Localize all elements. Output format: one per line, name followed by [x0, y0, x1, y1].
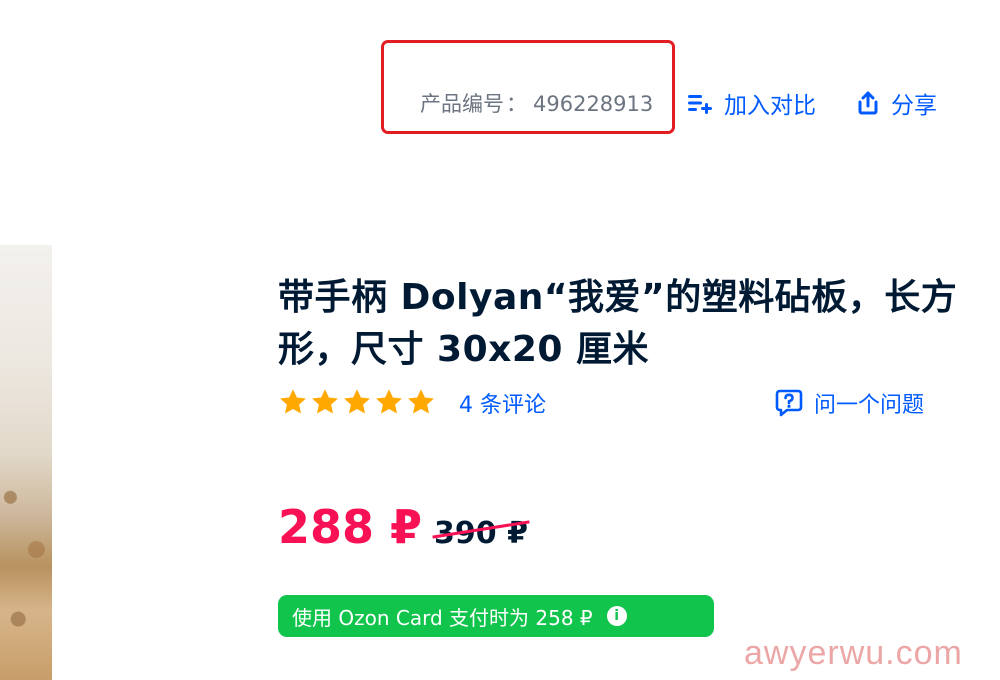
star-icon: [376, 389, 402, 414]
add-to-compare-label: 加入对比: [724, 93, 816, 119]
add-to-compare-button[interactable]: 加入对比: [686, 86, 816, 120]
star-icon: [408, 389, 434, 414]
add-to-compare-icon: [688, 95, 712, 114]
share-button[interactable]: 分享: [855, 86, 937, 120]
share-label: 分享: [891, 93, 937, 119]
product-id-label: 产品编号: [420, 92, 504, 116]
current-price: 288 ₽: [278, 500, 423, 554]
question-bubble-icon: [775, 389, 803, 417]
star-icon: [344, 389, 370, 414]
product-id: 产品编号： 496228913: [420, 88, 653, 118]
ozon-card-offer-badge[interactable]: 使用 Ozon Card 支付时为 258 ₽ i: [278, 595, 714, 637]
reviews-link[interactable]: 4 条评论: [459, 387, 546, 419]
product-title: 带手柄 Dolyan“我爱”的塑料砧板，长方形，尺寸 30x20 厘米: [278, 277, 958, 371]
product-id-value: 496228913: [533, 92, 654, 116]
ask-question-label: 问一个问题: [814, 393, 925, 418]
product-id-separator: ：: [506, 92, 527, 116]
rating-stars[interactable]: [278, 387, 436, 417]
ozon-card-offer-text: 使用 Ozon Card 支付时为 258 ₽: [292, 605, 593, 630]
watermark: awyerwu.com: [744, 634, 963, 672]
star-icon: [312, 389, 338, 414]
info-icon[interactable]: i: [606, 606, 627, 626]
highlight-frame: [381, 40, 675, 134]
ask-question-button[interactable]: 问一个问题: [774, 387, 924, 419]
share-icon: [858, 91, 878, 115]
star-icon: [280, 389, 306, 414]
product-image[interactable]: [0, 245, 52, 680]
old-price: 390 ₽: [432, 516, 530, 551]
